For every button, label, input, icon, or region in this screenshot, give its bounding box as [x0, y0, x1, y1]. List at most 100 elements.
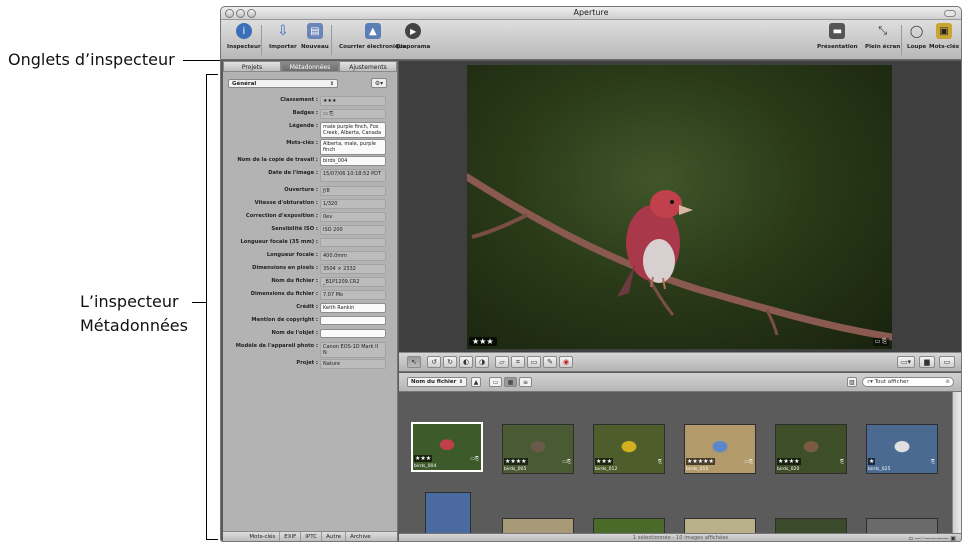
- metadata-value[interactable]: birds_004: [320, 156, 386, 166]
- metadata-value[interactable]: [320, 238, 386, 247]
- rating-badge: ★★★: [469, 337, 497, 346]
- metadata-value[interactable]: [320, 316, 386, 325]
- inspector-button-label: Inspecteur: [227, 44, 261, 50]
- loupe-button-label: Loupe: [907, 44, 927, 50]
- thumbnail[interactable]: ★★★★ ⎘ birds_020: [775, 424, 847, 474]
- straighten-tool-button[interactable]: ▱: [495, 356, 509, 368]
- thumbnail[interactable]: ★★★ ▭⎘ birds_004: [411, 422, 483, 472]
- metadata-value[interactable]: 7.07 Mo: [320, 290, 386, 300]
- viewer-mode-button[interactable]: ▭▾: [897, 356, 915, 368]
- tab-adjustments[interactable]: Ajustements: [339, 61, 397, 72]
- lift-tool-button[interactable]: ◑: [475, 356, 489, 368]
- badge-icons: ▭⎘: [744, 459, 753, 465]
- filmstrip-view-button[interactable]: ▭: [489, 377, 502, 387]
- thumbnail[interactable]: ★★★★★ ▭⎘ birds_015: [684, 424, 756, 474]
- view-toggle-button[interactable]: ▭: [939, 356, 955, 368]
- metadata-value[interactable]: ƒ/8: [320, 186, 386, 196]
- metadata-value[interactable]: ★★★: [320, 96, 386, 106]
- thumbnail-name: birds_005: [504, 467, 527, 472]
- thumbnail[interactable]: [593, 518, 665, 533]
- main-photo[interactable]: ★★★ ▭ ⎘: [467, 65, 892, 349]
- metadata-value[interactable]: 1/320: [320, 199, 386, 209]
- search-field[interactable]: ⌕▾ Tout afficher ⊗: [862, 377, 954, 387]
- metadata-value[interactable]: Canon EOS-1D Mark II N: [320, 342, 386, 358]
- metadata-label: Longueur focale :: [266, 252, 318, 258]
- metadata-value[interactable]: male purple finch, Fox Creek, Alberta, C…: [320, 122, 386, 138]
- metadata-row: Vitesse d'obturation :1/320: [223, 199, 398, 209]
- list-view-button[interactable]: ≡: [519, 377, 532, 387]
- spot-patch-tool-button[interactable]: ▭: [527, 356, 541, 368]
- thumbnail[interactable]: [684, 518, 756, 533]
- inspector-button[interactable]: i Inspecteur: [227, 23, 261, 50]
- thumbnail-size-slider[interactable]: ▫ —◦———— ▣: [909, 535, 956, 541]
- grid-view-button[interactable]: ▦: [504, 377, 517, 387]
- browser-scrollbar[interactable]: [952, 392, 961, 533]
- thumbnail-rating: ★★★★: [504, 458, 528, 465]
- new-button[interactable]: ▤ Nouveau: [301, 23, 329, 50]
- thumbnail[interactable]: [775, 518, 847, 533]
- thumbnail[interactable]: ★★★ ⎘ birds_012: [593, 424, 665, 474]
- sort-direction-button[interactable]: ▲: [471, 377, 481, 387]
- thumbnail-rating: ★★★★: [777, 458, 801, 465]
- presentation-button[interactable]: ▬ Présentation: [817, 23, 858, 50]
- loupe-button[interactable]: ◯ Loupe: [907, 23, 926, 50]
- metadata-value[interactable]: Nature: [320, 359, 386, 369]
- secondary-viewer-button[interactable]: ▆: [919, 356, 935, 368]
- thumbnail[interactable]: [866, 518, 938, 533]
- tab-exif[interactable]: EXIF: [280, 532, 302, 541]
- metadata-value[interactable]: ISO 200: [320, 225, 386, 235]
- metadata-view-select[interactable]: Général ⇕: [228, 79, 338, 88]
- image-browser: ★★★ ▭⎘ birds_004 ★★★★ ▭⎘ birds_005 ★★★ ⎘…: [399, 392, 952, 533]
- toolbar-toggle-button[interactable]: [944, 10, 956, 17]
- tab-iptc[interactable]: IPTC: [301, 532, 323, 541]
- metadata-label: Vitesse d'obturation :: [254, 200, 318, 206]
- selection-tool-button[interactable]: ↖: [407, 356, 421, 368]
- thumbnail-name: birds_012: [595, 467, 618, 472]
- metadata-row: Nom de l'objet :: [223, 329, 398, 339]
- keywords-button[interactable]: ▣ Mots-clés: [929, 23, 959, 50]
- metadata-value[interactable]: 400.0mm: [320, 251, 386, 261]
- badge-icons: ⎘: [657, 459, 662, 465]
- new-project-icon: ▤: [306, 23, 323, 39]
- metadata-row: Projet : Nature: [223, 359, 398, 369]
- sort-select[interactable]: Nom du fichier ⇕: [407, 377, 467, 387]
- tab-archive[interactable]: Archive: [346, 532, 375, 541]
- thumbnail[interactable]: [425, 492, 471, 533]
- metadata-row: Longueur focale :400.0mm: [223, 251, 398, 261]
- metadata-value[interactable]: 3504 × 2332: [320, 264, 386, 274]
- tool-strip: ↖ ↺ ↻ ◐ ◑ ▱ ⌗ ▭ ✎ ◉ ▭▾ ▆ ▭: [399, 352, 961, 372]
- metadata-value[interactable]: ▭ ⎘: [320, 109, 386, 119]
- keywords-button-label: Mots-clés: [929, 44, 960, 50]
- search-field-text: Tout afficher: [874, 379, 909, 385]
- metadata-value[interactable]: _B1P1209.CR2: [320, 277, 386, 287]
- tab-other[interactable]: Autre: [322, 532, 347, 541]
- filter-hud-button[interactable]: ▨: [847, 377, 857, 387]
- brush-tool-button[interactable]: ✎: [543, 356, 557, 368]
- tab-keywords[interactable]: Mots-clés: [245, 532, 281, 541]
- thumbnail[interactable]: ★ ⎘ birds_025: [866, 424, 938, 474]
- metadata-value[interactable]: 15/07/06 10:18:52 PDT: [320, 169, 386, 182]
- presentation-button-label: Présentation: [817, 44, 858, 50]
- metadata-value[interactable]: Keith Rankin: [320, 303, 386, 313]
- gear-menu-button[interactable]: ⚙▾: [371, 78, 387, 88]
- tab-projects[interactable]: Projets: [223, 61, 281, 72]
- metadata-label: Projet :: [296, 360, 318, 366]
- fullscreen-button[interactable]: ⤡ Plein écran: [865, 23, 900, 50]
- metadata-value[interactable]: [320, 329, 386, 338]
- thumbnail[interactable]: ★★★★ ▭⎘ birds_005: [502, 424, 574, 474]
- presentation-icon: ▬: [829, 23, 846, 39]
- crop-tool-button[interactable]: ⌗: [511, 356, 525, 368]
- rotate-left-tool-button[interactable]: ↺: [427, 356, 441, 368]
- metadata-value[interactable]: Alberta, male, purple finch: [320, 139, 386, 155]
- thumbnail[interactable]: [502, 518, 574, 533]
- tab-metadata[interactable]: Métadonnées: [281, 61, 339, 72]
- import-button[interactable]: ⇩ Importer: [269, 23, 297, 50]
- red-eye-tool-button[interactable]: ◉: [559, 356, 573, 368]
- metadata-value[interactable]: 0ev: [320, 212, 386, 222]
- metadata-row: Badges : ▭ ⎘: [223, 109, 398, 119]
- slideshow-button[interactable]: ▶ Diaporama: [396, 23, 430, 50]
- clear-search-icon[interactable]: ⊗: [945, 378, 950, 387]
- rotate-right-tool-button[interactable]: ↻: [443, 356, 457, 368]
- extract-tool-button[interactable]: ◐: [459, 356, 473, 368]
- search-icon: ⌕▾: [867, 379, 873, 385]
